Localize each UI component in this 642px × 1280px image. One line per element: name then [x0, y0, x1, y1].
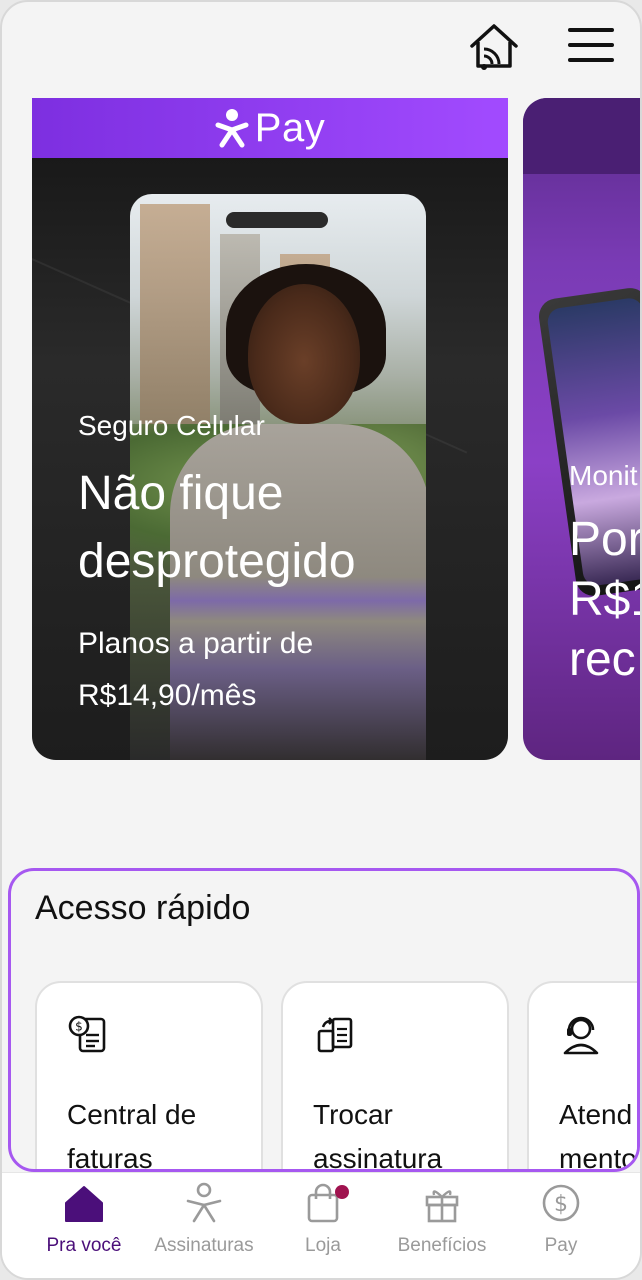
quick-access-trocar-assinatura[interactable]: Trocar assinatura — [281, 981, 509, 1169]
gift-icon — [425, 1190, 459, 1223]
promo-subtitle: Seguro Celular — [78, 410, 265, 441]
nav-pay[interactable]: $ Pay — [501, 1181, 621, 1271]
home-wifi-icon[interactable] — [468, 22, 520, 72]
quick-access-title: Acesso rápido — [35, 889, 251, 927]
bottom-navigation: Pra você Assinaturas Loja Benefícios $ P… — [2, 1172, 640, 1278]
quick-access-central-de-faturas[interactable]: $ Central de faturas — [35, 981, 263, 1169]
nav-label: Assinaturas — [154, 1235, 254, 1256]
promo-carousel[interactable]: Pay Seguro Celular Não fique desprotegid… — [2, 98, 642, 766]
pay-logo-icon — [215, 109, 249, 148]
swap-documents-icon — [317, 1017, 353, 1053]
nav-label: Loja — [305, 1235, 341, 1256]
pay-brand-header: Pay — [32, 98, 508, 158]
quick-access-atendimento[interactable]: Atend mento — [527, 981, 637, 1172]
svg-text:$: $ — [75, 1020, 83, 1034]
hamburger-menu-icon[interactable] — [562, 22, 620, 68]
nav-pra-voce[interactable]: Pra você — [24, 1181, 144, 1271]
quick-access-label: Trocar assinatura — [313, 1099, 443, 1172]
promo-price: Planos a partir de R$14,90/mês — [78, 627, 314, 712]
quick-access-label: Atend mento — [559, 1099, 637, 1172]
nav-assinaturas[interactable]: Assinaturas — [144, 1181, 264, 1271]
app-screen: Pay Seguro Celular Não fique desprotegid… — [0, 0, 642, 1280]
nav-label: Benefícios — [397, 1235, 487, 1256]
promo-title: Não fique desprotegido — [78, 467, 356, 588]
svg-text:$: $ — [554, 1192, 568, 1217]
photo-person-face — [248, 284, 360, 424]
dollar-coin-icon: $ — [542, 1184, 580, 1222]
phone-notch — [226, 212, 328, 228]
support-headset-icon — [563, 1016, 599, 1055]
pay-brand-text: Pay — [254, 105, 326, 150]
quick-access-section: Acesso rápido $ Central de faturas Troca… — [8, 868, 640, 1172]
notification-badge — [335, 1185, 349, 1199]
quick-access-label: Central de faturas — [67, 1099, 197, 1172]
promo-card-next[interactable]: Monit Por R$1 rec — [523, 98, 642, 760]
nav-beneficios[interactable]: Benefícios — [382, 1181, 502, 1271]
nav-label: Pra você — [46, 1235, 122, 1256]
promo-card-header — [523, 98, 640, 174]
photo-building — [140, 204, 210, 444]
promo-card-seguro-celular[interactable]: Pay Seguro Celular Não fique desprotegid… — [32, 98, 508, 760]
nav-label: Pay — [544, 1235, 578, 1256]
promo-next-subtitle: Monit — [569, 460, 638, 491]
top-bar — [2, 2, 640, 98]
home-icon — [65, 1186, 103, 1222]
invoice-icon: $ — [68, 1015, 106, 1053]
nav-loja[interactable]: Loja — [263, 1181, 383, 1271]
promo-next-title: Por R$1 rec — [569, 513, 642, 686]
person-icon — [186, 1182, 222, 1223]
